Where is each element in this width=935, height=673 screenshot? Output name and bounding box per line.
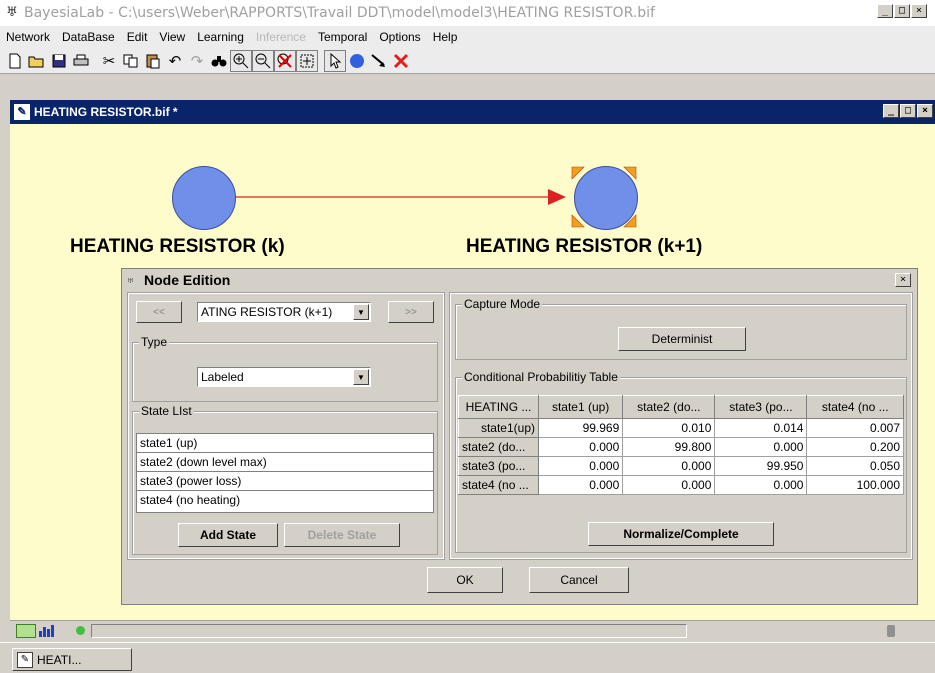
capture-mode-label: Capture Mode [462, 297, 543, 311]
cpt-row-header: state4 (no ... [458, 475, 539, 495]
node-label-k1: HEATING RESISTOR (k+1) [466, 236, 703, 257]
dialog-title: Node Edition [144, 272, 231, 288]
ok-button[interactable]: OK [427, 567, 503, 593]
cpt-cell[interactable]: 0.000 [714, 475, 808, 495]
cpt-header[interactable]: state3 (po... [714, 395, 808, 419]
cpt-cell[interactable]: 0.014 [714, 418, 808, 438]
taskbar: ✎ HEATI... [0, 642, 935, 673]
bayesialab-dialog-icon: ♅ [126, 273, 135, 287]
taskbar-item-network[interactable]: ✎ HEATI... [12, 648, 132, 671]
cpt-cell[interactable]: 0.050 [806, 456, 904, 476]
cpt-cell[interactable]: 0.010 [622, 418, 716, 438]
node-heating-resistor-k1[interactable] [574, 166, 638, 230]
cpt-table: HEATING ... state1 (up) state2 (do... st… [458, 395, 904, 495]
cpt-cell[interactable]: 0.000 [537, 456, 624, 476]
normalize-complete-button[interactable]: Normalize/Complete [588, 522, 774, 546]
modeling-mode-icon[interactable] [16, 623, 36, 638]
node-select-value: ATING RESISTOR (k+1) [201, 305, 333, 319]
state-list-group-label: State LIst [139, 404, 194, 418]
cpt-row-header: state2 (do... [458, 437, 539, 457]
cpt-cell[interactable]: 0.000 [537, 475, 624, 495]
state-list-item[interactable]: state4 (no heating) [137, 491, 433, 510]
cpt-row-header: state1(up) [458, 418, 539, 438]
dialog-close-button[interactable]: × [895, 273, 911, 287]
state-list-item[interactable]: state2 (down level max) [137, 453, 433, 472]
state-list-item[interactable]: state1 (up) [137, 434, 433, 453]
type-group-label: Type [139, 335, 170, 349]
validation-mode-icon[interactable] [38, 624, 58, 638]
cpt-cell[interactable]: 0.000 [714, 437, 808, 457]
state-list-item[interactable]: state3 (power loss) [137, 472, 433, 491]
cpt-header[interactable]: HEATING ... [458, 395, 539, 419]
dialog-title-bar: ♅ Node Edition [122, 269, 917, 291]
cpt-row-header: state3 (po... [458, 456, 539, 476]
table-row: state2 (do... 0.000 99.800 0.000 0.200 [458, 437, 904, 457]
taskbar-item-label: HEATI... [37, 652, 82, 667]
cpt-cell[interactable]: 99.969 [537, 418, 624, 438]
cancel-button[interactable]: Cancel [529, 567, 629, 593]
cpt-header[interactable]: state2 (do... [622, 395, 716, 419]
node-select[interactable]: ATING RESISTOR (k+1) ▼ [197, 302, 371, 322]
determinist-button[interactable]: Determinist [618, 327, 746, 351]
cpt-header[interactable]: state1 (up) [537, 395, 624, 419]
cpt-cell[interactable]: 0.200 [806, 437, 904, 457]
cpt-cell[interactable]: 99.800 [622, 437, 716, 457]
status-led-icon [76, 626, 85, 635]
delete-state-button[interactable]: Delete State [284, 523, 400, 547]
cpt-cell[interactable]: 99.950 [714, 456, 808, 476]
add-state-button[interactable]: Add State [178, 523, 278, 547]
chevron-down-icon[interactable]: ▼ [353, 304, 369, 320]
node-label-k: HEATING RESISTOR (k) [70, 236, 285, 257]
next-node-button[interactable]: >> [388, 301, 434, 323]
table-row: state1(up) 99.969 0.010 0.014 0.007 [458, 418, 904, 438]
chevron-down-icon[interactable]: ▼ [353, 369, 369, 385]
network-file-icon: ✎ [17, 651, 33, 668]
cpt-header[interactable]: state4 (no ... [806, 395, 904, 419]
cpt-cell[interactable]: 0.007 [806, 418, 904, 438]
trash-icon[interactable] [887, 624, 895, 637]
previous-node-button[interactable]: << [136, 301, 182, 323]
cpt-cell[interactable]: 0.000 [622, 475, 716, 495]
table-row: state4 (no ... 0.000 0.000 0.000 100.000 [458, 475, 904, 495]
status-bar [10, 620, 935, 640]
cpt-cell[interactable]: 0.000 [537, 437, 624, 457]
type-select-value: Labeled [201, 370, 244, 384]
cpt-group-label: Conditional Probabilitiy Table [462, 370, 620, 384]
node-heating-resistor-k[interactable] [172, 166, 236, 230]
arc-arrowhead [548, 189, 566, 205]
progress-bar [91, 623, 687, 638]
node-edition-dialog: ♅ Node Edition × << ATING RESISTOR (k+1)… [121, 268, 918, 605]
table-row: state3 (po... 0.000 0.000 99.950 0.050 [458, 456, 904, 476]
cpt-cell[interactable]: 0.000 [622, 456, 716, 476]
state-list: state1 (up) state2 (down level max) stat… [136, 433, 434, 513]
type-select[interactable]: Labeled ▼ [197, 367, 371, 387]
cpt-cell[interactable]: 100.000 [806, 475, 904, 495]
